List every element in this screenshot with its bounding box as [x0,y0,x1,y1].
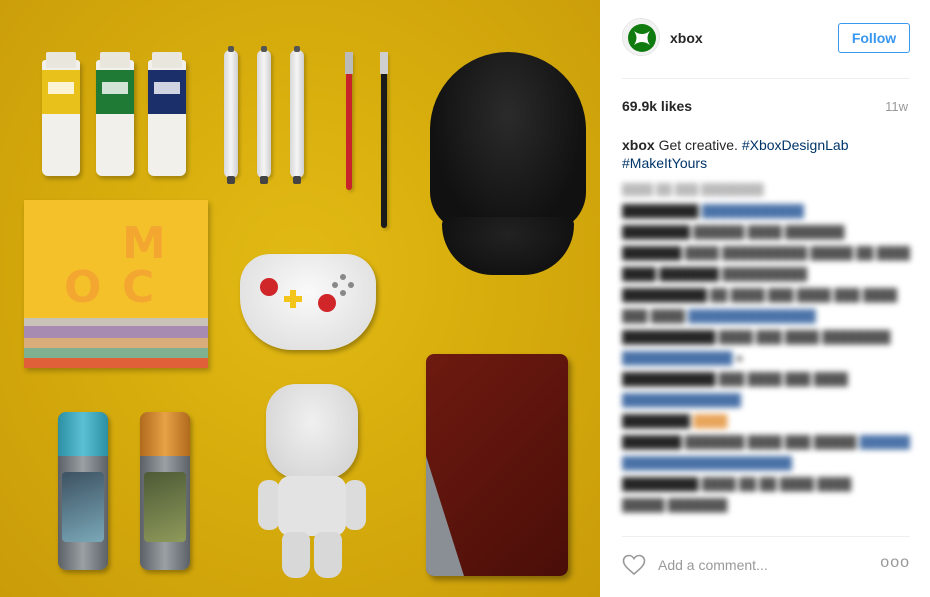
stencil-paper: M C O [24,200,208,368]
post-header: xbox Follow [622,14,910,62]
paintbrush-red [345,52,353,190]
xbox-logo-icon[interactable] [622,18,660,56]
hashtag-link[interactable]: #XboxDesignLab [742,137,849,153]
more-options-icon[interactable]: ooo [880,554,910,572]
comments-list[interactable]: ████ ██ ███ ████████ █████████ █████████… [622,180,910,540]
follow-button[interactable]: Follow [838,23,910,53]
marker [290,46,304,184]
paint-tube-yellow [42,52,80,176]
post-image[interactable]: M C O [0,0,600,597]
marker [257,46,271,184]
comment-item: █████████████ ● [622,351,744,365]
comment-bar: Add a comment... ooo [622,546,910,582]
comment-item: ███████ ████ ██████████ █████ ██ ████ [622,246,910,260]
paint-tube-green [96,52,134,176]
hashtag-link[interactable]: #MakeItYours [622,155,707,171]
comment-item: ████████████████████ [622,456,793,470]
xbox-controller [240,254,376,350]
likes-count[interactable]: 69.9k likes [622,98,692,114]
divider [622,78,910,79]
comment-item: █████ ███████ [622,498,728,512]
comment-item: ████████ ██████ ████ ███████ [622,225,845,239]
paintbrush-black [380,52,388,228]
divider [622,536,910,537]
post-caption: xbox Get creative. #XboxDesignLab #MakeI… [622,136,910,172]
add-comment-input[interactable]: Add a comment... [658,557,768,573]
heart-icon[interactable] [622,554,646,576]
caption-username[interactable]: xbox [622,137,655,153]
vinyl-toy-figure [244,384,380,580]
comment-item: █████████ ████ ██ ██ ████ ████ [622,477,852,491]
comment-item: ███████ ███████ ████ ███ █████ ████████ [622,435,910,449]
comment-item: ████ ███████ ██████████ [622,267,808,281]
view-all-comments[interactable]: ████ ██ ███ ████████ [622,180,910,201]
paint-tube-blue [148,52,186,176]
black-cap [430,52,586,275]
comment-item: █████████ ████████████ [622,204,804,218]
post-timestamp[interactable]: 11w [885,99,908,114]
comment-item: ███ ████ ███████████████ [622,309,816,323]
leather-notebook [426,354,568,576]
comment-item: ███████████ ███ ████ ███ ████ [622,372,848,386]
username-link[interactable]: xbox [670,30,703,46]
comment-item: ███████████ ████ ███ ████ ████████ [622,330,891,344]
post-sidebar: xbox Follow 69.9k likes 11w xbox Get cre… [600,0,930,597]
caption-text: Get creative. [654,137,742,153]
comment-item: ██████████████ [622,393,742,407]
spray-can-orange [140,412,190,570]
marker [224,46,238,184]
comment-item: ██████████ ██ ████ ███ ████ ███ ████ [622,288,898,302]
comment-item: ████████ ████ [622,414,728,428]
spray-can-teal [58,412,108,570]
